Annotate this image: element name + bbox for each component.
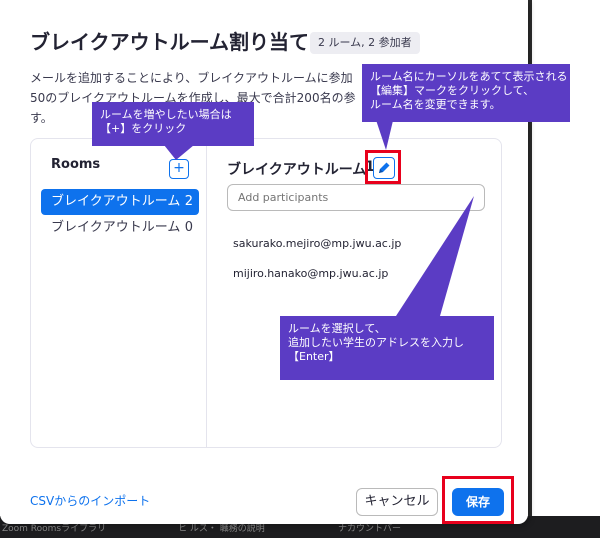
room-title: ブレイクアウトルーム (227, 162, 367, 178)
callout-line: ルーム名にカーソルをあてて表示される (370, 70, 568, 83)
plus-icon: + (173, 160, 185, 176)
callout-line: 【+】をクリック (100, 122, 187, 135)
participant-email: sakurako.mejiro@mp.jwu.ac.jp (233, 237, 402, 250)
callout-line: ルーム名を変更できます。 (370, 98, 501, 111)
cancel-button[interactable]: キャンセル (356, 488, 438, 516)
participant-email: mijiro.hanako@mp.jwu.ac.jp (233, 267, 389, 280)
add-room-button[interactable]: + (169, 159, 189, 179)
dialog-title: ブレイクアウトルーム割り当て (30, 30, 309, 54)
room-count-badge: 2 ルーム, 2 参加者 (310, 32, 420, 54)
callout-edit-name: ルーム名にカーソルをあてて表示される 【編集】マークをクリックして、 ルーム名を… (362, 64, 570, 122)
add-participants-input[interactable] (227, 184, 485, 211)
description-line: メールを追加することにより、ブレイクアウトルームに参加 (30, 71, 353, 85)
room-count: 0 (184, 220, 193, 235)
room-name: ブレイクアウトルーム (51, 194, 181, 209)
edit-highlight-frame (365, 150, 401, 184)
room-item-2[interactable]: ブレイクアウトルーム 0 (41, 215, 199, 241)
callout-add-room: ルームを増やしたい場合は 【+】をクリック (92, 102, 254, 146)
room-item-1[interactable]: ブレイクアウトルーム 2 (41, 189, 199, 215)
rooms-list: Rooms + ブレイクアウトルーム 2 ブレイクアウトルーム 0 (31, 139, 207, 447)
assignment-panel: Rooms + ブレイクアウトルーム 2 ブレイクアウトルーム 0 ブレイクアウ… (30, 138, 502, 448)
room-name: ブレイクアウトルーム (51, 220, 181, 235)
save-highlight-frame (442, 476, 514, 524)
callout-line: ルームを選択して、 (288, 322, 386, 335)
callout-line: 追加したい学生のアドレスを入力し (288, 336, 464, 349)
room-count: 2 (184, 194, 193, 209)
csv-import-link[interactable]: CSVからのインポート (30, 492, 150, 509)
callout-line: 【編集】マークをクリックして、 (370, 84, 535, 97)
callout-line: 【Enter】 (288, 350, 340, 363)
callout-line: ルームを増やしたい場合は (100, 108, 232, 121)
rooms-heading: Rooms (51, 157, 101, 172)
callout-enter-address: ルームを選択して、 追加したい学生のアドレスを入力し 【Enter】 (280, 316, 494, 380)
